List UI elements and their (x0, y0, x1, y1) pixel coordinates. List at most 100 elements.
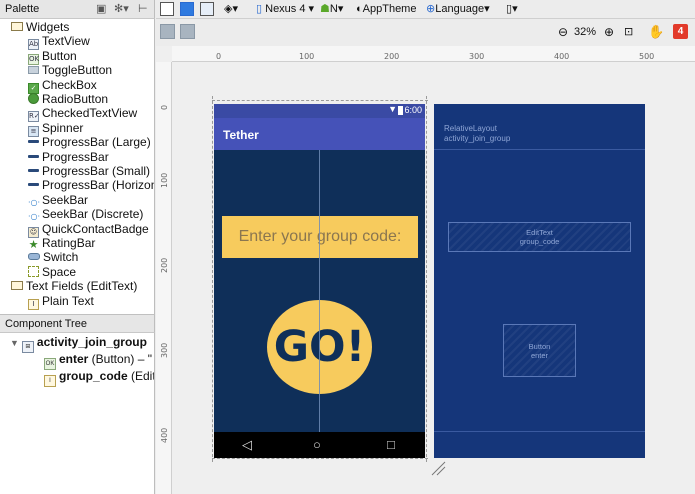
palette-item-label: CheckBox (42, 77, 97, 92)
blueprint-button-id: enter (530, 350, 549, 360)
design-view-icon[interactable] (160, 2, 174, 16)
palette-item-label: Button (42, 48, 77, 63)
blueprint-layout-type: RelativeLayout (444, 124, 497, 133)
tree-node-enter[interactable]: OK enter (Button) – " (44, 351, 152, 370)
back-icon[interactable]: ◁ (242, 436, 252, 454)
zoom-level: 32% (574, 26, 597, 38)
palette-item-ratingbar[interactable]: ★ RatingBar (28, 236, 96, 250)
expand-arrow-icon[interactable]: ▼ (10, 338, 19, 348)
orientation-icon[interactable]: ◈▾ (224, 1, 238, 18)
palette-item-label: Text Fields (EditText) (26, 279, 138, 294)
status-time: 6:00 (404, 105, 422, 115)
selection-guide (212, 100, 428, 101)
radio-icon (28, 93, 39, 104)
palette-item-plain-text[interactable]: I Plain Text (28, 293, 94, 310)
layout-variants-selector[interactable]: ▯▾ (506, 1, 518, 18)
editor-toolbar: ◈▾ ▯ Nexus 4 ▾ ☗N▾ ◐AppTheme ⊕Language▾ … (156, 0, 695, 19)
home-icon[interactable]: ○ (313, 436, 321, 454)
gear-icon[interactable]: ✻▾ (114, 2, 129, 15)
ruler-label: 400 (554, 52, 570, 61)
palette-group-text-fields[interactable]: Text Fields (EditText) (11, 279, 137, 293)
progress-icon (28, 179, 39, 190)
palette-item-progressbar-horizontal[interactable]: ProgressBar (Horizon (28, 178, 154, 192)
palette-item-quickcontactbadge[interactable]: ☺ QuickContactBadge (28, 221, 149, 238)
zoom-out-button[interactable]: ⊖ (558, 24, 568, 41)
selection-guide (212, 458, 428, 459)
blueprint-preview[interactable]: RelativeLayout activity_join_group EditT… (434, 104, 645, 458)
selection-guide (212, 96, 213, 462)
blueprint-layout-id: activity_join_group (444, 134, 511, 143)
collapse-icon[interactable]: ▣ (96, 2, 106, 15)
palette-item-togglebutton[interactable]: ToggleButton (28, 63, 112, 77)
blueprint-button[interactable]: Button enter (503, 324, 576, 377)
palette-item-checkedtextview[interactable]: R✓ CheckedTextView (28, 106, 138, 123)
language-selector[interactable]: ⊕Language▾ (426, 1, 490, 18)
theme-icon: ◐ (356, 3, 363, 15)
palette-item-label: ToggleButton (42, 63, 113, 78)
switch-icon (28, 253, 40, 261)
both-view-icon[interactable] (200, 2, 214, 16)
status-bar: ▼ 6:00 (214, 104, 425, 118)
relativelayout-icon: ⊞ (21, 341, 34, 353)
device-label: Nexus 4 (265, 3, 306, 15)
palette-item-seekbar-discrete[interactable]: ·○· SeekBar (Discrete) (28, 207, 143, 221)
blueprint-view-icon[interactable] (180, 2, 194, 16)
component-tree-title: Component Tree (5, 318, 87, 330)
tree-node-root[interactable]: ▼ ⊞ activity_join_group (10, 334, 147, 353)
phone-preview[interactable]: ▼ 6:00 Tether Enter your group code: GO!… (214, 104, 425, 458)
palette-item-checkbox[interactable]: ✓ CheckBox (28, 77, 97, 94)
theme-selector[interactable]: ◐AppTheme (356, 1, 416, 18)
palette-group-widgets[interactable]: Widgets (11, 20, 69, 34)
palette-item-label: SeekBar (Discrete) (42, 207, 144, 222)
progress-icon (28, 165, 39, 176)
ruler-label: 0 (216, 52, 222, 61)
pan-hand-icon[interactable]: ✋ (648, 23, 664, 40)
phone-icon: ▯ (256, 3, 263, 15)
warnings-badge[interactable]: 4 (673, 24, 688, 39)
palette-item-button[interactable]: OK Button (28, 48, 77, 65)
device-selector[interactable]: ▯ Nexus 4 ▾ (256, 1, 314, 18)
palette-item-label: QuickContactBadge (42, 221, 149, 236)
edittext-icon: I (28, 298, 39, 310)
ruler-label: 200 (160, 257, 169, 273)
battery-icon (398, 106, 403, 115)
zoom-fit-icon[interactable]: ⊡ (624, 24, 633, 41)
palette-header: Palette ▣ ✻▾ ⊢ (0, 0, 155, 19)
space-icon (28, 265, 39, 277)
app-title: Tether (223, 128, 259, 142)
blueprint-edittext-type: EditText (526, 228, 553, 237)
palette-item-radiobutton[interactable]: RadioButton (28, 92, 108, 106)
autoconnect-icon[interactable] (180, 24, 195, 39)
blueprint-button-type: Button (528, 341, 551, 351)
palette-item-textview[interactable]: Ab TextView (28, 34, 90, 51)
palette-item-progressbar-large[interactable]: ProgressBar (Large) (28, 135, 151, 149)
zoom-in-button[interactable]: ⊕ (604, 24, 614, 41)
palette-item-progressbar-small[interactable]: ProgressBar (Small) (28, 164, 150, 178)
palette-item-label: Plain Text (42, 293, 94, 308)
palette-item-label: CheckedTextView (42, 106, 138, 121)
theme-label: AppTheme (362, 3, 417, 15)
selection-guide (426, 96, 427, 462)
recents-icon[interactable]: □ (387, 436, 395, 454)
palette-item-spinner[interactable]: ≡ Spinner (28, 121, 83, 137)
palette-item-switch[interactable]: Switch (28, 250, 78, 264)
api-selector[interactable]: ☗N▾ (320, 1, 343, 18)
app-bar: Tether (214, 118, 425, 150)
language-label: Language (435, 3, 485, 15)
tree-node-group-code[interactable]: Igroup_code (Edit (44, 368, 154, 387)
ruler-label: 0 (160, 104, 169, 110)
blueprint-edittext[interactable]: EditText group_code (448, 222, 631, 252)
palette-item-progressbar[interactable]: ProgressBar (28, 150, 109, 164)
resize-handle-icon[interactable] (430, 460, 446, 476)
palette-item-seekbar[interactable]: ·○· SeekBar (28, 193, 88, 207)
palette-item-space[interactable]: Space (28, 265, 76, 279)
canvas-toolbar: ⊖ 32% ⊕ ⊡ ✋ 4 (156, 19, 695, 46)
show-constraints-icon[interactable] (160, 24, 175, 39)
palette-list: Widgets Ab TextView OK Button ToggleButton… (0, 19, 155, 314)
pin-icon[interactable]: ⊢ (138, 2, 148, 15)
blueprint-navbar-line (434, 431, 645, 432)
ruler-label: 300 (469, 52, 485, 61)
group-code-input[interactable]: Enter your group code: (222, 216, 418, 258)
component-tree-header: Component Tree (0, 314, 155, 333)
palette-item-label: TextView (42, 34, 90, 49)
